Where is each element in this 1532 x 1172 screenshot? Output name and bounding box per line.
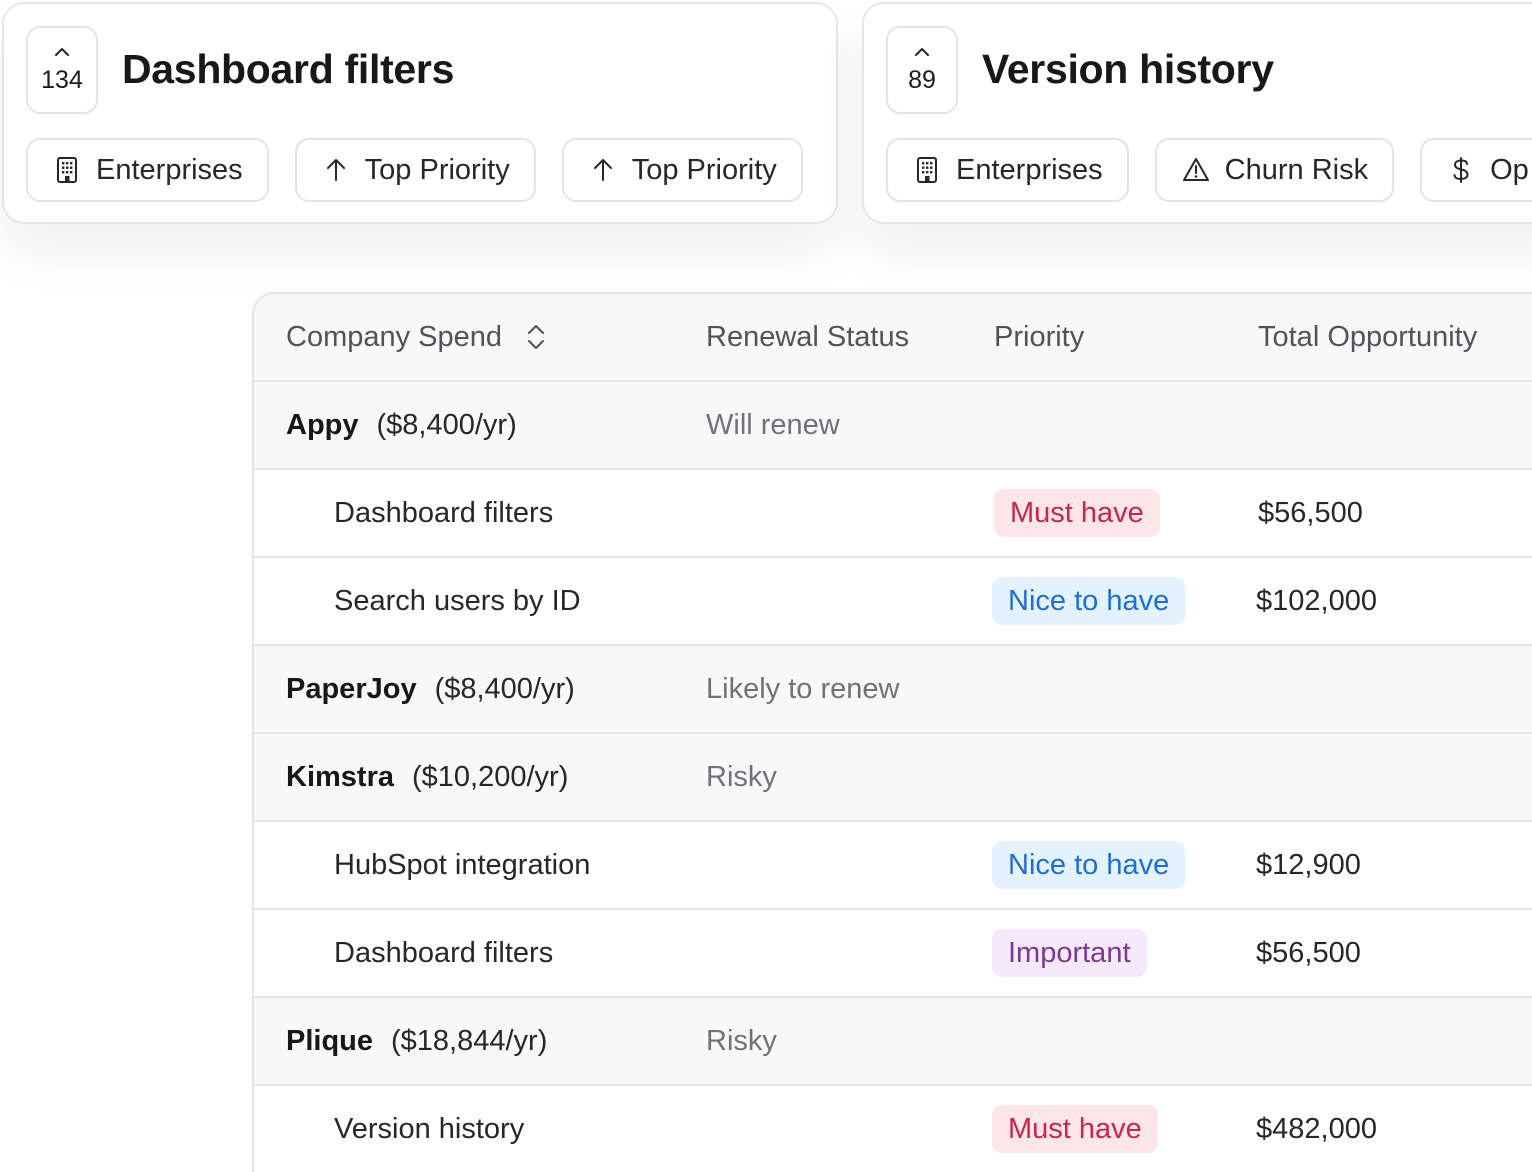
company-name: Plique: [286, 1024, 374, 1057]
company-spend: ($8,400/yr): [434, 672, 575, 705]
tag-label: Op: [1490, 153, 1529, 186]
tag-label: Top Priority: [631, 153, 777, 186]
warning-icon: [1182, 158, 1209, 181]
company-cell: Kimstra ($10,200/yr): [286, 734, 568, 820]
priority-badge: Must have: [992, 1105, 1158, 1153]
tag-chip-top-priority[interactable]: Top Priority: [561, 138, 803, 202]
tag-label: Enterprises: [96, 153, 243, 186]
feature-name: Dashboard filters: [334, 936, 554, 969]
vote-count: 89: [908, 65, 936, 94]
column-header-renewal-status[interactable]: Renewal Status: [706, 294, 909, 380]
building-icon: [57, 157, 77, 183]
tag-chip-enterprises[interactable]: Enterprises: [26, 138, 269, 202]
feature-name: HubSpot integration: [334, 848, 591, 881]
tag-label: Top Priority: [364, 153, 510, 186]
renewal-status: Will renew: [706, 408, 840, 441]
priority-badge: Must have: [994, 489, 1160, 537]
priority-badge: Nice to have: [992, 577, 1186, 625]
tag-label: Enterprises: [956, 153, 1103, 186]
chevron-up-icon: [55, 47, 69, 56]
card-title: Version history: [982, 46, 1274, 92]
stage: 134 Dashboard filters Enterprises Top Pr…: [0, 0, 1532, 1172]
card-title: Dashboard filters: [122, 46, 455, 92]
dollar-icon: [1453, 157, 1469, 183]
table-row-company[interactable]: Appy ($8,400/yr) Will renew: [254, 382, 1532, 470]
vote-count: 134: [41, 65, 83, 94]
arrow-up-icon: [593, 159, 612, 181]
company-name: PaperJoy: [286, 672, 417, 705]
company-cell: PaperJoy ($8,400/yr): [286, 646, 575, 732]
chevron-up-icon: [915, 47, 929, 56]
total-opportunity: $102,000: [1256, 584, 1377, 617]
table-row-feature[interactable]: Search users by ID Nice to have $102,000: [254, 558, 1532, 646]
total-opportunity: $56,500: [1256, 936, 1361, 969]
total-opportunity: $482,000: [1256, 1112, 1377, 1145]
tag-chip-enterprises[interactable]: Enterprises: [886, 138, 1129, 202]
company-spend: ($10,200/yr): [412, 760, 569, 793]
priority-cell: Must have: [994, 470, 1160, 556]
priority-cell: Important: [992, 910, 1147, 996]
company-cell: Appy ($8,400/yr): [286, 382, 517, 468]
priority-badge: Nice to have: [992, 841, 1186, 889]
priority-badge: Important: [992, 929, 1147, 977]
renewal-status: Risky: [706, 760, 777, 793]
total-opportunity: $56,500: [1258, 496, 1363, 529]
feature-name: Search users by ID: [334, 584, 581, 617]
tag-list: Enterprises Top Priority Top Priority: [26, 138, 803, 202]
company-spend: ($8,400/yr): [376, 408, 517, 441]
feature-card-version-history[interactable]: 89 Version history Enterprises Churn Ris…: [862, 2, 1532, 224]
table-row-company[interactable]: Kimstra ($10,200/yr) Risky: [254, 734, 1532, 822]
renewal-status: Likely to renew: [706, 672, 900, 705]
tag-chip-top-priority[interactable]: Top Priority: [294, 138, 536, 202]
table-row-company[interactable]: Plique ($18,844/yr) Risky: [254, 998, 1532, 1086]
company-cell: Plique ($18,844/yr): [286, 998, 547, 1084]
company-name: Kimstra: [286, 760, 394, 793]
table-row-company[interactable]: PaperJoy ($8,400/yr) Likely to renew: [254, 646, 1532, 734]
upvote-button[interactable]: 134: [26, 26, 98, 114]
table-row-feature[interactable]: HubSpot integration Nice to have $12,900: [254, 822, 1532, 910]
feature-name: Dashboard filters: [334, 496, 554, 529]
feature-card-dashboard-filters[interactable]: 134 Dashboard filters Enterprises Top Pr…: [2, 2, 838, 224]
tag-label: Churn Risk: [1224, 153, 1369, 186]
renewal-status: Risky: [706, 1024, 777, 1057]
table-row-feature[interactable]: Dashboard filters Important $56,500: [254, 910, 1532, 998]
arrow-up-icon: [326, 159, 345, 181]
tag-list: Enterprises Churn Risk Op: [886, 138, 1532, 202]
upvote-button[interactable]: 89: [886, 26, 958, 114]
column-header-total-opportunity[interactable]: Total Opportunity: [1258, 294, 1477, 380]
table-row-feature[interactable]: Version history Must have $482,000: [254, 1086, 1532, 1172]
column-header-priority[interactable]: Priority: [994, 294, 1084, 380]
sort-icon[interactable]: [524, 322, 548, 352]
priority-cell: Nice to have: [992, 822, 1186, 908]
company-name: Appy: [286, 408, 359, 441]
feature-name: Version history: [334, 1112, 525, 1145]
company-spend-table: Company Spend Renewal Status Priority To…: [252, 292, 1532, 1172]
table-header: Company Spend Renewal Status Priority To…: [254, 294, 1532, 382]
priority-cell: Nice to have: [992, 558, 1186, 644]
company-spend: ($18,844/yr): [391, 1024, 548, 1057]
building-icon: [917, 157, 937, 183]
table-row-feature[interactable]: Dashboard filters Must have $56,500: [254, 470, 1532, 558]
column-header-label: Company Spend: [286, 320, 503, 353]
priority-cell: Must have: [992, 1086, 1158, 1172]
column-header-company-spend[interactable]: Company Spend: [286, 294, 548, 380]
tag-chip-opportunity[interactable]: Op: [1420, 138, 1532, 202]
total-opportunity: $12,900: [1256, 848, 1361, 881]
tag-chip-churn-risk[interactable]: Churn Risk: [1154, 138, 1395, 202]
